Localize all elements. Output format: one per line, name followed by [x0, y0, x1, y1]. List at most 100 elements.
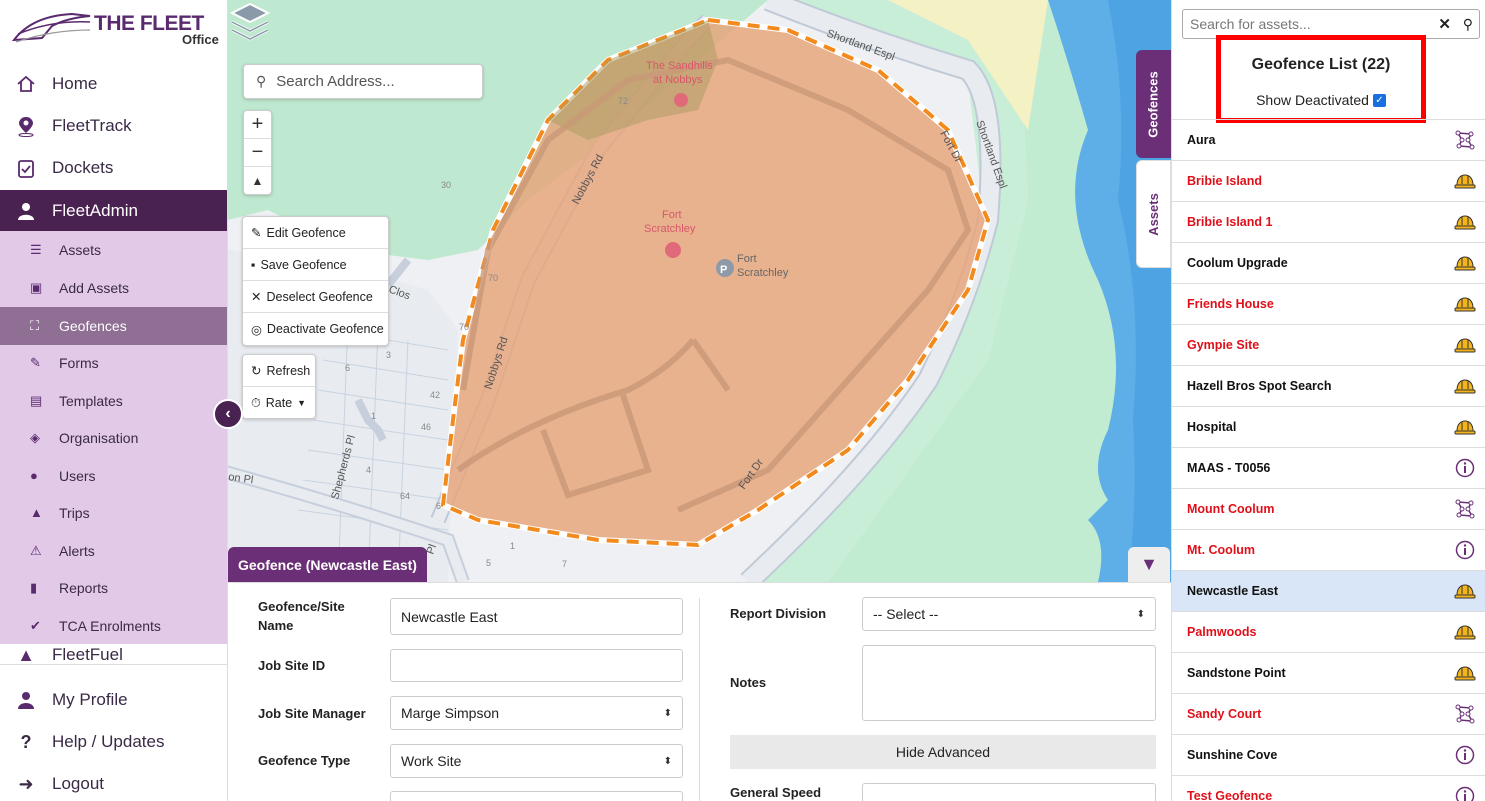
- subnav-templates-label: Templates: [59, 392, 123, 409]
- geofence-list-item[interactable]: Sandstone Point: [1172, 652, 1485, 693]
- polygon-icon[interactable]: [1454, 498, 1476, 520]
- show-deactivated-checkbox[interactable]: ✓: [1372, 93, 1386, 107]
- logo[interactable]: THE FLEET Office: [12, 8, 219, 50]
- geofence-list-item[interactable]: Hospital: [1172, 406, 1485, 447]
- geofence-list-item[interactable]: Hazell Bros Spot Search: [1172, 365, 1485, 406]
- search-icon[interactable]: ⚲: [1463, 16, 1473, 33]
- hardhat-icon[interactable]: [1454, 580, 1476, 602]
- subnav-trips[interactable]: ▲ Trips: [0, 494, 227, 532]
- nav-my-profile[interactable]: My Profile: [0, 679, 227, 721]
- nav-logout[interactable]: ➜ Logout: [0, 763, 227, 801]
- geofence-list-item[interactable]: Friends House: [1172, 283, 1485, 324]
- notes-label: Notes: [730, 675, 767, 690]
- map-number: 42: [430, 390, 440, 400]
- subnav-templates[interactable]: ▤ Templates: [0, 382, 227, 420]
- geofence-list-item[interactable]: Gympie Site: [1172, 324, 1485, 365]
- subnav-forms[interactable]: ✎ Forms: [0, 344, 227, 382]
- geofence-list-item[interactable]: Aura: [1172, 119, 1485, 160]
- geofence-list-item[interactable]: Test Geofence: [1172, 775, 1485, 801]
- site-name-input[interactable]: Newcastle East: [390, 598, 683, 635]
- geofence-list-item[interactable]: Bribie Island: [1172, 160, 1485, 201]
- next-field-input[interactable]: [390, 791, 683, 801]
- show-deactivated-toggle[interactable]: Show Deactivated ✓: [1221, 92, 1421, 108]
- geofence-form: Geofence/Site Name Newcastle East Job Si…: [228, 582, 1171, 801]
- hardhat-icon[interactable]: [1454, 621, 1476, 643]
- subnav-users[interactable]: ● Users: [0, 457, 227, 495]
- info-icon[interactable]: [1454, 785, 1476, 801]
- layers-icon[interactable]: [228, 0, 272, 44]
- polygon-icon[interactable]: [1454, 129, 1476, 151]
- zoom-in-button[interactable]: +: [244, 111, 271, 139]
- hardhat-icon[interactable]: [1454, 662, 1476, 684]
- polygon-icon[interactable]: [1454, 703, 1476, 725]
- geofence-list-item[interactable]: Bribie Island 1: [1172, 201, 1485, 242]
- rate-dropdown[interactable]: ⏱ Rate ▼: [243, 387, 315, 419]
- poi-marker-icon[interactable]: [665, 242, 681, 258]
- geofence-list-item[interactable]: Newcastle East: [1172, 570, 1485, 611]
- subnav-organisation[interactable]: ◈ Organisation: [0, 419, 227, 457]
- poi-marker-icon[interactable]: [674, 93, 688, 107]
- hardhat-icon[interactable]: [1454, 252, 1476, 274]
- deselect-geofence-button[interactable]: ✕ Deselect Geofence: [243, 281, 388, 313]
- map-view[interactable]: P The Sandhills at Nobbys Fort Scratchle…: [228, 0, 1171, 582]
- tab-geofences[interactable]: Geofences: [1136, 50, 1171, 158]
- hardhat-icon[interactable]: [1454, 334, 1476, 356]
- nav-dockets[interactable]: Dockets: [0, 147, 227, 189]
- hide-advanced-button[interactable]: Hide Advanced: [730, 735, 1156, 769]
- subnav-assets[interactable]: ☰ Assets: [0, 231, 227, 269]
- select-arrows-icon: ⬍: [663, 707, 672, 719]
- geofence-icon: ⛶: [30, 317, 40, 333]
- hardhat-icon[interactable]: [1454, 170, 1476, 192]
- geofence-list-item[interactable]: Sunshine Cove: [1172, 734, 1485, 775]
- search-address-input[interactable]: ⚲ Search Address...: [243, 64, 483, 99]
- geofence-list-item[interactable]: Mt. Coolum: [1172, 529, 1485, 570]
- deactivate-geofence-button[interactable]: ◎ Deactivate Geofence: [243, 313, 388, 345]
- geofence-type-select[interactable]: Work Site ⬍: [390, 744, 683, 778]
- notes-textarea[interactable]: [862, 645, 1156, 721]
- job-site-manager-select[interactable]: Marge Simpson ⬍: [390, 696, 683, 730]
- subnav-add-assets[interactable]: ▣ Add Assets: [0, 269, 227, 307]
- save-geofence-button[interactable]: ▪ Save Geofence: [243, 249, 388, 281]
- hardhat-icon[interactable]: [1454, 293, 1476, 315]
- subnav-alerts[interactable]: ⚠ Alerts: [0, 532, 227, 570]
- fuel-icon: ▲: [17, 645, 35, 664]
- report-division-select[interactable]: -- Select -- ⬍: [862, 597, 1156, 631]
- hardhat-icon[interactable]: [1454, 211, 1476, 233]
- map-number: 5: [486, 558, 491, 568]
- nav-fleetadmin[interactable]: FleetAdmin: [0, 190, 227, 232]
- general-speed-input[interactable]: [862, 783, 1156, 801]
- nav-help[interactable]: ? Help / Updates: [0, 721, 227, 763]
- deselect-geofence-label: Deselect Geofence: [266, 289, 373, 304]
- geofence-list-item[interactable]: Sandy Court: [1172, 693, 1485, 734]
- hardhat-icon[interactable]: [1454, 375, 1476, 397]
- subnav-organisation-label: Organisation: [59, 429, 139, 446]
- home-icon: [0, 74, 52, 94]
- info-icon[interactable]: [1454, 457, 1476, 479]
- geofence-list-item[interactable]: MAAS - T0056: [1172, 447, 1485, 488]
- panel-down-button[interactable]: ▼: [1128, 547, 1170, 582]
- job-site-id-input[interactable]: [390, 649, 683, 682]
- subnav-geofences[interactable]: ⛶ Geofences: [0, 307, 227, 345]
- nav-fleettrack[interactable]: FleetTrack: [0, 105, 227, 147]
- info-icon[interactable]: [1454, 744, 1476, 766]
- collapse-sidebar-button[interactable]: ‹: [213, 399, 243, 429]
- nav-home[interactable]: Home: [0, 63, 227, 105]
- geofence-list-item[interactable]: Mount Coolum: [1172, 488, 1485, 529]
- edit-geofence-button[interactable]: ✎ Edit Geofence: [243, 217, 388, 249]
- compass-icon[interactable]: ▲: [244, 167, 271, 195]
- subnav-tca-enrolments[interactable]: ✔ TCA Enrolments: [0, 607, 227, 645]
- geofence-item-label: Mount Coolum: [1187, 502, 1275, 516]
- tab-assets[interactable]: Assets: [1136, 160, 1171, 268]
- geofence-list-item[interactable]: Coolum Upgrade: [1172, 242, 1485, 283]
- zoom-out-button[interactable]: −: [244, 139, 271, 167]
- geofence-panel-title: Geofence (Newcastle East): [228, 547, 427, 582]
- warning-icon: ⚠: [30, 542, 42, 558]
- refresh-button[interactable]: ↻ Refresh: [243, 355, 315, 387]
- nav-fleetfuel[interactable]: ▲ FleetFuel: [0, 645, 227, 664]
- hardhat-icon[interactable]: [1454, 416, 1476, 438]
- clear-search-icon[interactable]: ✕: [1438, 15, 1451, 33]
- nav-divider: [0, 664, 227, 665]
- geofence-list-item[interactable]: Palmwoods: [1172, 611, 1485, 652]
- subnav-reports[interactable]: ▮ Reports: [0, 569, 227, 607]
- info-icon[interactable]: [1454, 539, 1476, 561]
